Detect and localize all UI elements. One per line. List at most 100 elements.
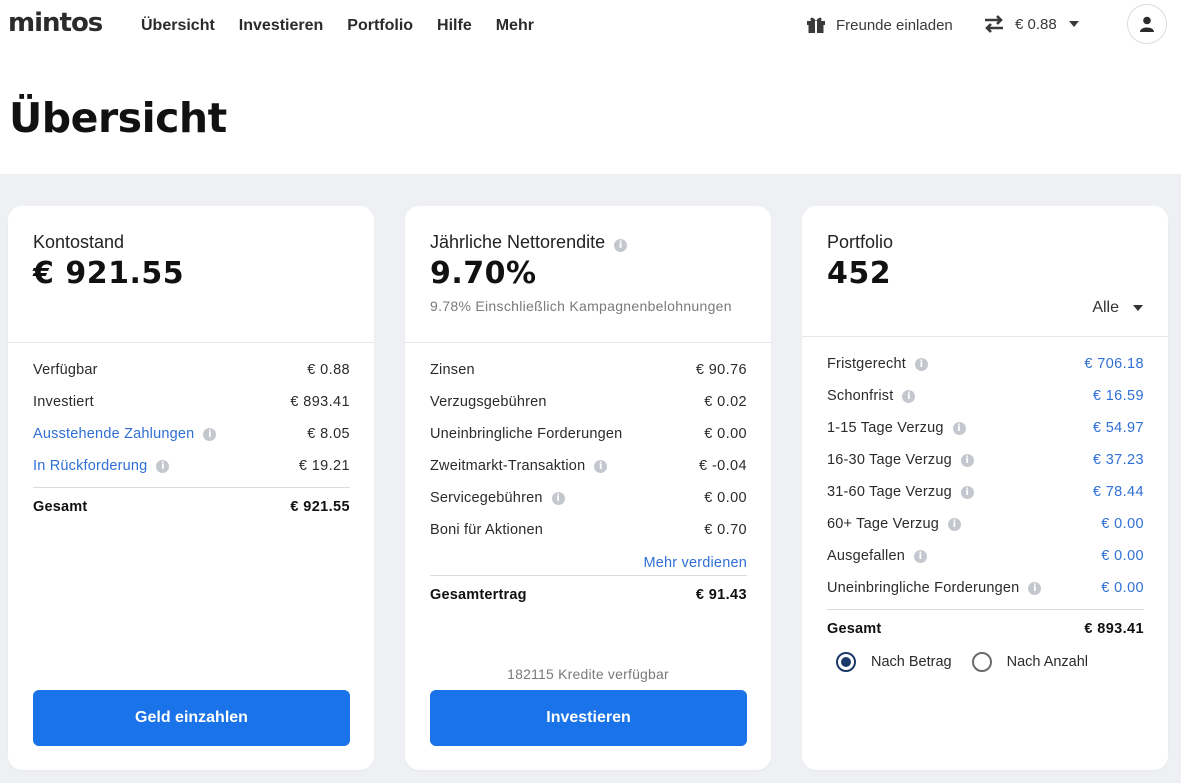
total-label: Gesamt	[33, 499, 88, 515]
radio-label: Nach Anzahl	[1006, 654, 1089, 670]
currency-balance-selector[interactable]: € 0.88	[983, 15, 1079, 33]
list-item: Boni für Aktionen € 0.70	[430, 522, 747, 542]
radio-by-count[interactable]: Nach Anzahl	[971, 652, 1089, 672]
radio-by-amount[interactable]: Nach Betrag	[836, 652, 952, 672]
row-value: € 8.05	[307, 426, 350, 442]
row-value-link[interactable]: € 16.59	[1093, 388, 1144, 404]
row-label-wrapper: Zweitmarkt-Transaktion i	[430, 458, 608, 474]
row-label: Verzugsgebühren	[430, 394, 547, 410]
row-value: € -0.04	[699, 458, 747, 474]
list-item: Uneinbringliche Forderungen € 0.00	[430, 426, 747, 446]
account-balance-card: Kontostand € 921.55 Verfügbar € 0.88 Inv…	[8, 206, 374, 770]
earn-more-link[interactable]: Mehr verdienen	[643, 555, 747, 571]
invest-button[interactable]: Investieren	[430, 690, 747, 746]
info-icon[interactable]: i	[960, 485, 974, 499]
row-label-wrapper: 60+ Tage Verzug i	[827, 516, 961, 532]
info-icon[interactable]: i	[914, 357, 928, 371]
list-item: Ausgefallen i € 0.00	[827, 548, 1144, 568]
info-icon[interactable]: i	[960, 453, 974, 467]
card-divider	[802, 336, 1168, 337]
list-item: Zinsen € 90.76	[430, 362, 747, 382]
card-title: Jährliche Nettorendite	[430, 232, 606, 252]
row-label: Schonfrist	[827, 388, 894, 404]
nav-item-portfolio[interactable]: Portfolio	[347, 17, 413, 35]
row-label-wrapper: Fristgerecht i	[827, 356, 928, 372]
total-row: Gesamtertrag € 91.43	[430, 587, 747, 607]
chevron-down-icon	[1133, 305, 1143, 311]
row-label: In Rückforderung	[33, 458, 148, 474]
list-item: Investiert € 893.41	[33, 394, 350, 414]
row-value-link[interactable]: € 0.00	[1101, 580, 1144, 596]
row-value-link[interactable]: € 706.18	[1084, 356, 1144, 372]
swap-icon	[985, 15, 1003, 33]
filter-selected-value: Alle	[1092, 299, 1119, 316]
divider	[827, 609, 1144, 610]
credits-available-text: 182115 Kredite verfügbar	[507, 666, 669, 682]
info-icon[interactable]: i	[952, 421, 966, 435]
list-item: Uneinbringliche Forderungen i € 0.00	[827, 580, 1144, 600]
row-value-link[interactable]: € 0.00	[1101, 516, 1144, 532]
portfolio-count: 452	[827, 256, 892, 291]
card-title: Portfolio	[827, 232, 894, 252]
info-icon[interactable]: i	[614, 239, 628, 252]
row-label: Investiert	[33, 394, 94, 410]
list-item: Servicegebühren i € 0.00	[430, 490, 747, 510]
row-label: Uneinbringliche Forderungen	[827, 580, 1020, 596]
nav-item-invest[interactable]: Investieren	[239, 17, 323, 35]
info-icon[interactable]: i	[203, 427, 217, 441]
info-icon[interactable]: i	[947, 517, 961, 531]
row-value: € 0.00	[704, 490, 747, 506]
divider	[33, 487, 350, 488]
list-item: Zweitmarkt-Transaktion i € -0.04	[430, 458, 747, 478]
main-nav: Übersicht Investieren Portfolio Hilfe Me…	[141, 17, 558, 35]
invite-friends-link[interactable]: Freunde einladen	[806, 16, 953, 34]
divider	[430, 575, 747, 576]
row-value-link[interactable]: € 37.23	[1093, 452, 1144, 468]
row-label-wrapper: 16-30 Tage Verzug i	[827, 452, 974, 468]
invite-friends-label: Freunde einladen	[836, 16, 953, 34]
row-label: 60+ Tage Verzug	[827, 516, 939, 532]
pending-payments-link[interactable]: Ausstehende Zahlungen i	[33, 426, 217, 442]
info-icon[interactable]: i	[156, 459, 170, 473]
user-avatar-button[interactable]	[1127, 4, 1167, 44]
info-icon[interactable]: i	[1028, 581, 1042, 595]
row-label-wrapper: 1-15 Tage Verzug i	[827, 420, 966, 436]
row-label: 16-30 Tage Verzug	[827, 452, 952, 468]
mintos-logo[interactable]: mintos	[8, 8, 103, 38]
row-value-link[interactable]: € 54.97	[1093, 420, 1144, 436]
info-icon[interactable]: i	[551, 491, 565, 505]
top-navigation-bar: mintos Übersicht Investieren Portfolio H…	[0, 0, 1181, 52]
total-label: Gesamtertrag	[430, 587, 527, 603]
row-value-link[interactable]: € 78.44	[1093, 484, 1144, 500]
total-row: Gesamt € 921.55	[33, 499, 350, 519]
nav-item-more[interactable]: Mehr	[496, 17, 534, 35]
list-item: 60+ Tage Verzug i € 0.00	[827, 516, 1144, 536]
row-value: € 0.88	[307, 362, 350, 378]
list-item: In Rückforderung i € 19.21	[33, 458, 350, 478]
account-balance-amount: € 921.55	[33, 256, 185, 291]
nav-item-help[interactable]: Hilfe	[437, 17, 472, 35]
row-label: Uneinbringliche Forderungen	[430, 426, 623, 442]
deposit-button[interactable]: Geld einzahlen	[33, 690, 350, 746]
gift-icon	[807, 17, 825, 33]
row-value: € 0.02	[704, 394, 747, 410]
row-label: 1-15 Tage Verzug	[827, 420, 944, 436]
in-recovery-link[interactable]: In Rückforderung i	[33, 458, 170, 474]
row-value: € 893.41	[290, 394, 350, 410]
total-value: € 921.55	[290, 499, 350, 515]
row-label: Ausstehende Zahlungen	[33, 426, 195, 442]
info-icon[interactable]: i	[594, 459, 608, 473]
row-value-link[interactable]: € 0.00	[1101, 548, 1144, 564]
list-item: 16-30 Tage Verzug i € 37.23	[827, 452, 1144, 472]
portfolio-card: Portfolio 452 Alle Fristgerecht i € 706.1…	[802, 206, 1168, 770]
info-icon[interactable]: i	[913, 549, 927, 563]
nav-item-overview[interactable]: Übersicht	[141, 17, 215, 35]
row-label-wrapper: Ausgefallen i	[827, 548, 927, 564]
portfolio-view-radio-group: Nach Betrag Nach Anzahl	[836, 652, 1108, 672]
row-label: 31-60 Tage Verzug	[827, 484, 952, 500]
card-title: Kontostand	[33, 232, 125, 252]
row-value: € 90.76	[695, 362, 747, 378]
info-icon[interactable]: i	[902, 389, 916, 403]
radio-unchecked-icon	[971, 652, 992, 672]
portfolio-filter-dropdown[interactable]: Alle	[1092, 299, 1143, 317]
